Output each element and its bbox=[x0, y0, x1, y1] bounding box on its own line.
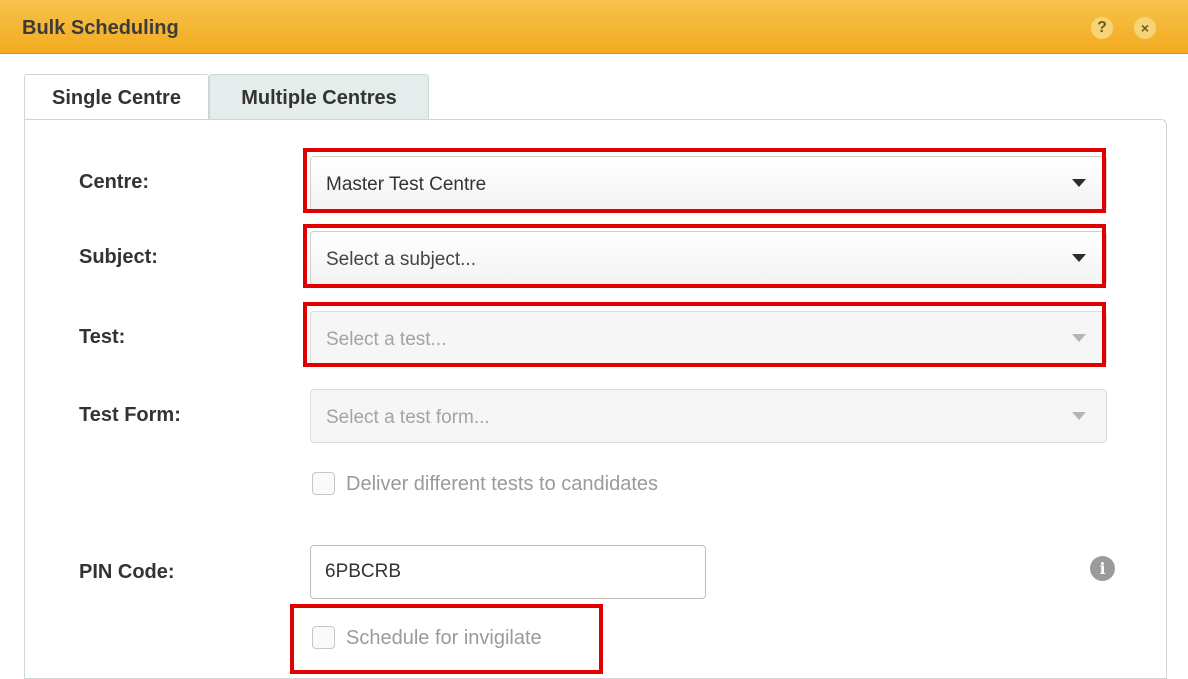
close-icon[interactable]: × bbox=[1134, 17, 1156, 39]
test-select[interactable]: Select a test... bbox=[310, 311, 1107, 365]
tab-single-centre[interactable]: Single Centre bbox=[24, 74, 209, 121]
info-icon[interactable]: i bbox=[1090, 556, 1115, 581]
schedule-invigilate-checkbox[interactable] bbox=[312, 626, 335, 649]
pin-code-label: PIN Code: bbox=[79, 561, 175, 583]
subject-label: Subject: bbox=[79, 246, 158, 268]
test-form-label: Test Form: bbox=[79, 404, 181, 426]
caret-down-icon bbox=[1072, 254, 1086, 262]
deliver-different-tests-checkbox[interactable] bbox=[312, 472, 335, 495]
test-form-select-placeholder: Select a test form... bbox=[326, 407, 490, 428]
dialog-titlebar: Bulk Scheduling ? × bbox=[0, 0, 1188, 54]
caret-down-icon bbox=[1072, 334, 1086, 342]
centre-select[interactable]: Master Test Centre bbox=[310, 156, 1107, 210]
centre-select-value: Master Test Centre bbox=[326, 174, 487, 195]
schedule-invigilate-label: Schedule for invigilate bbox=[346, 627, 542, 649]
pin-code-input[interactable]: 6PBCRB bbox=[310, 545, 706, 599]
test-select-placeholder: Select a test... bbox=[326, 329, 447, 350]
subject-select-placeholder: Select a subject... bbox=[326, 249, 476, 270]
dialog-title: Bulk Scheduling bbox=[22, 17, 179, 39]
help-icon[interactable]: ? bbox=[1091, 17, 1113, 39]
deliver-different-tests-label: Deliver different tests to candidates bbox=[346, 473, 659, 495]
caret-down-icon bbox=[1072, 179, 1086, 187]
centre-label: Centre: bbox=[79, 171, 150, 193]
tab-multiple-centres[interactable]: Multiple Centres bbox=[209, 74, 429, 120]
test-label: Test: bbox=[79, 326, 126, 348]
subject-select[interactable]: Select a subject... bbox=[310, 231, 1107, 285]
caret-down-icon bbox=[1072, 412, 1086, 420]
test-form-select[interactable]: Select a test form... bbox=[310, 389, 1107, 443]
